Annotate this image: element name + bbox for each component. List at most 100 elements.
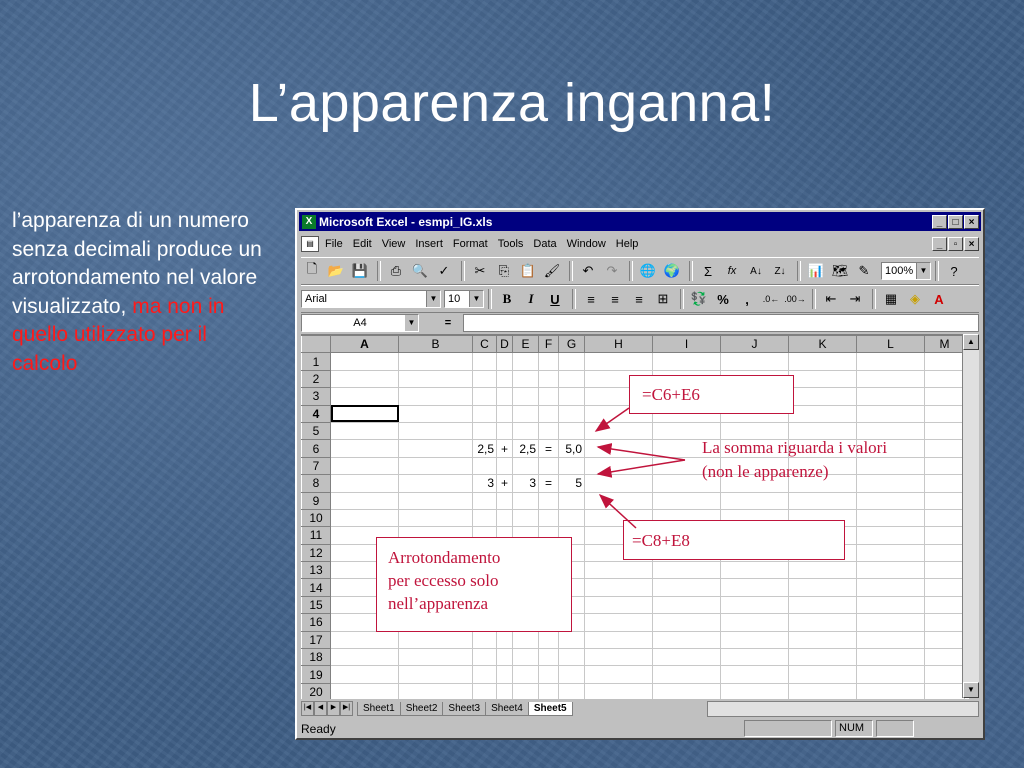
cell-m15[interactable] — [924, 595, 965, 615]
cell-f5[interactable] — [538, 421, 559, 441]
cell-e10[interactable] — [512, 508, 539, 528]
doc-close-button[interactable]: × — [964, 237, 979, 251]
cell-h1[interactable] — [584, 352, 653, 371]
cell-g3[interactable] — [558, 387, 585, 406]
drawing-icon[interactable]: ✎ — [853, 261, 875, 282]
cell-a2[interactable] — [330, 369, 399, 389]
column-header-i[interactable]: I — [652, 335, 721, 354]
cell-m9[interactable] — [924, 491, 965, 510]
cell-g7[interactable] — [558, 456, 585, 476]
print-preview-icon[interactable]: 🔍 — [409, 261, 431, 282]
align-center-icon[interactable]: ≡ — [604, 289, 626, 310]
menu-tools[interactable]: Tools — [498, 238, 524, 250]
percent-icon[interactable]: % — [712, 289, 734, 310]
cell-f17[interactable] — [538, 630, 559, 650]
cell-g1[interactable] — [558, 352, 585, 371]
cell-d19[interactable] — [496, 665, 513, 684]
menu-insert[interactable]: Insert — [415, 238, 443, 250]
cell-e17[interactable] — [512, 630, 539, 650]
cell-j20[interactable] — [720, 682, 789, 699]
row-header-9[interactable]: 9 — [301, 491, 331, 510]
cell-j15[interactable] — [720, 595, 789, 615]
cell-k17[interactable] — [788, 630, 857, 650]
underline-icon[interactable]: U — [544, 289, 566, 310]
cell-a9[interactable] — [330, 491, 399, 510]
chevron-down-icon[interactable]: ▼ — [405, 315, 418, 331]
align-left-icon[interactable]: ≡ — [580, 289, 602, 310]
column-header-c[interactable]: C — [472, 335, 497, 354]
cell-l20[interactable] — [856, 682, 925, 699]
cell-a8[interactable] — [330, 474, 399, 493]
row-header-6[interactable]: 6 — [301, 439, 331, 458]
row-header-2[interactable]: 2 — [301, 369, 331, 389]
cell-c6[interactable]: 2,5 — [472, 439, 497, 458]
cell-b9[interactable] — [398, 491, 473, 510]
cell-b7[interactable] — [398, 456, 473, 476]
increase-decimal-icon[interactable]: .0← — [760, 289, 782, 310]
cell-b10[interactable] — [398, 508, 473, 528]
cell-l16[interactable] — [856, 613, 925, 632]
chevron-down-icon[interactable]: ▼ — [469, 291, 483, 307]
column-header-m[interactable]: M — [924, 335, 965, 354]
web-toolbar-icon[interactable]: 🌍 — [661, 261, 683, 282]
cell-j19[interactable] — [720, 665, 789, 684]
bold-icon[interactable]: B — [496, 289, 518, 310]
row-header-14[interactable]: 14 — [301, 578, 331, 597]
cell-m8[interactable] — [924, 474, 965, 493]
cell-m10[interactable] — [924, 508, 965, 528]
cell-a18[interactable] — [330, 648, 399, 667]
cell-a19[interactable] — [330, 665, 399, 684]
decrease-indent-icon[interactable]: ⇤ — [820, 289, 842, 310]
cell-f4[interactable] — [538, 404, 559, 423]
cell-h17[interactable] — [584, 630, 653, 650]
cell-m18[interactable] — [924, 648, 965, 667]
cell-c5[interactable] — [472, 421, 497, 441]
cell-i13[interactable] — [652, 561, 721, 580]
cell-k20[interactable] — [788, 682, 857, 699]
next-sheet-icon[interactable]: ▶ — [327, 701, 340, 716]
sheet-tab-2[interactable]: Sheet2 — [399, 701, 444, 716]
cell-f8[interactable]: = — [538, 474, 559, 493]
cell-e18[interactable] — [512, 648, 539, 667]
row-header-12[interactable]: 12 — [301, 543, 331, 563]
cell-c10[interactable] — [472, 508, 497, 528]
cell-c4[interactable] — [472, 404, 497, 423]
decrease-decimal-icon[interactable]: .00→ — [784, 289, 806, 310]
cell-m12[interactable] — [924, 543, 965, 563]
cell-l14[interactable] — [856, 578, 925, 597]
cell-m14[interactable] — [924, 578, 965, 597]
new-icon[interactable]: 🗋 — [301, 261, 323, 282]
column-header-j[interactable]: J — [720, 335, 789, 354]
undo-icon[interactable]: ↶ — [577, 261, 599, 282]
format-painter-icon[interactable]: 🖌 — [541, 261, 563, 282]
cell-h18[interactable] — [584, 648, 653, 667]
sheet-tab-1[interactable]: Sheet1 — [357, 701, 401, 716]
zoom-select[interactable]: 100% ▼ — [881, 262, 931, 280]
cell-d1[interactable] — [496, 352, 513, 371]
cell-h16[interactable] — [584, 613, 653, 632]
currency-icon[interactable]: 💱 — [688, 289, 710, 310]
cell-j1[interactable] — [720, 352, 789, 371]
column-header-d[interactable]: D — [496, 335, 513, 354]
cell-f3[interactable] — [538, 387, 559, 406]
menu-file[interactable]: File — [325, 238, 343, 250]
merge-center-icon[interactable]: ⊞ — [652, 289, 674, 310]
menu-edit[interactable]: Edit — [353, 238, 372, 250]
copy-icon[interactable]: ⎘ — [493, 261, 515, 282]
chevron-down-icon[interactable]: ▼ — [916, 263, 930, 279]
cell-d7[interactable] — [496, 456, 513, 476]
menu-window[interactable]: Window — [567, 238, 606, 250]
cell-g17[interactable] — [558, 630, 585, 650]
fill-color-icon[interactable]: ◈ — [904, 289, 926, 310]
cell-k19[interactable] — [788, 665, 857, 684]
row-header-18[interactable]: 18 — [301, 648, 331, 667]
row-header-1[interactable]: 1 — [301, 352, 331, 371]
cut-icon[interactable]: ✂ — [469, 261, 491, 282]
cell-c17[interactable] — [472, 630, 497, 650]
cell-j17[interactable] — [720, 630, 789, 650]
column-header-h[interactable]: H — [584, 335, 653, 354]
column-header-a[interactable]: A — [330, 335, 399, 354]
cell-e6[interactable]: 2,5 — [512, 439, 539, 458]
cell-e20[interactable] — [512, 682, 539, 699]
cell-i20[interactable] — [652, 682, 721, 699]
